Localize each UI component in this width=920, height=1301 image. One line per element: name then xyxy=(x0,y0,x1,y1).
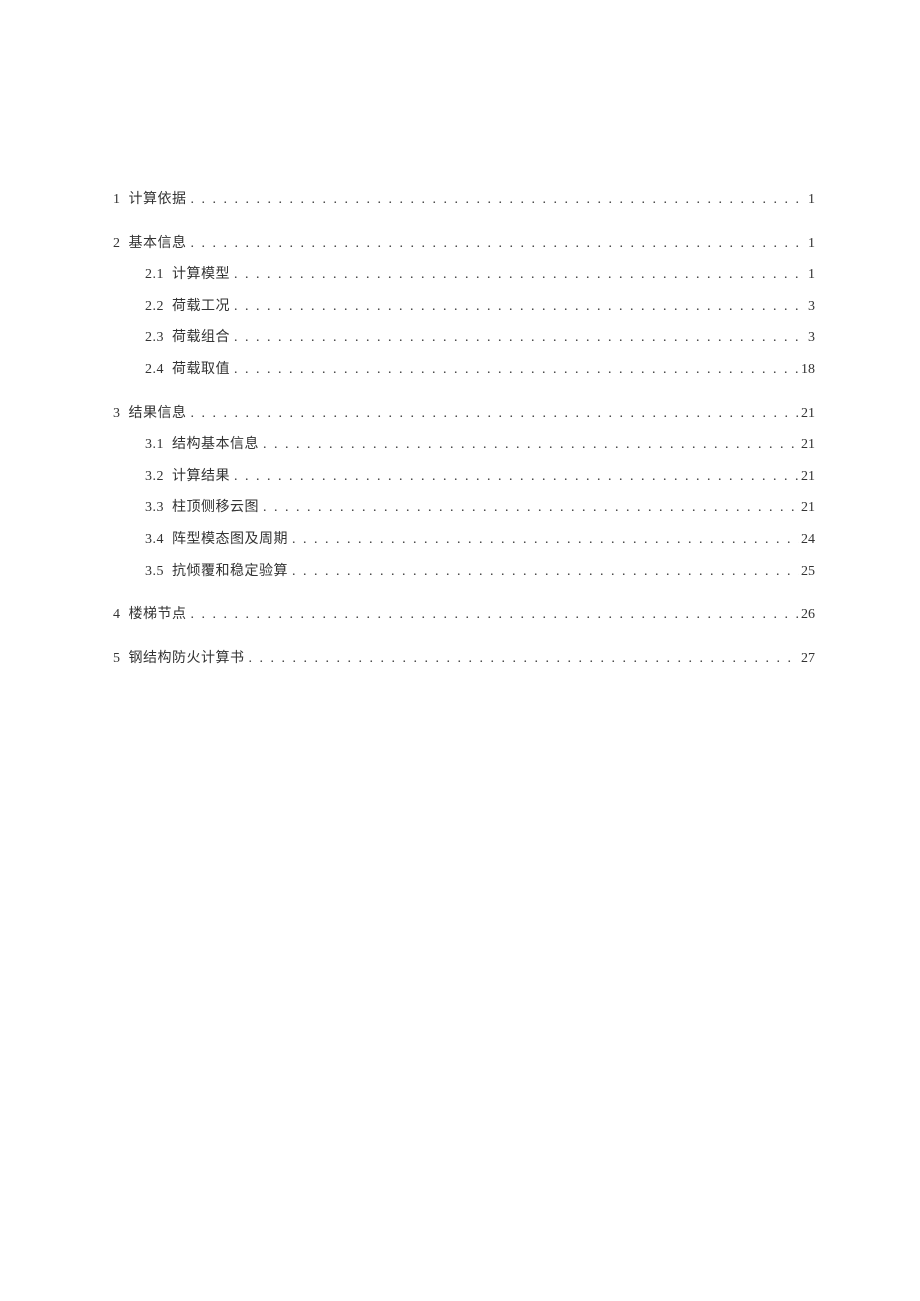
toc-title: 柱顶侧移云图 xyxy=(172,500,259,515)
toc-leader-dots xyxy=(187,190,807,210)
toc-title: 计算结果 xyxy=(172,469,230,484)
toc-page-number: 18 xyxy=(799,360,815,380)
toc-page-number: 25 xyxy=(799,562,815,582)
toc-entry: 2 基本信息 1 xyxy=(113,234,815,254)
toc-number: 2.1 xyxy=(145,267,164,282)
toc-label: 4 楼梯节点 xyxy=(113,605,187,625)
toc-label: 2.3 荷载组合 xyxy=(145,328,230,348)
toc-leader-dots xyxy=(288,530,799,550)
toc-label: 2.1 计算模型 xyxy=(145,265,230,285)
toc-entry: 3.5 抗倾覆和稳定验算 25 xyxy=(113,562,815,582)
toc-leader-dots xyxy=(187,404,800,424)
toc-entry: 3.4 阵型模态图及周期 24 xyxy=(113,530,815,550)
toc-title: 计算模型 xyxy=(172,267,230,282)
toc-page-number: 1 xyxy=(806,265,815,285)
toc-leader-dots xyxy=(230,328,806,348)
toc-page-number: 27 xyxy=(799,649,815,669)
toc-entry: 4 楼梯节点 26 xyxy=(113,605,815,625)
table-of-contents: 1 计算依据 1 2 基本信息 1 2.1 计算模型 1 2.2 荷载工况 3 2.3 荷载组合 3 2.4 荷… xyxy=(113,190,815,668)
toc-page-number: 3 xyxy=(806,328,815,348)
toc-label: 3.1 结构基本信息 xyxy=(145,435,259,455)
toc-page-number: 3 xyxy=(806,297,815,317)
toc-title: 楼梯节点 xyxy=(129,607,187,622)
toc-entry: 3.2 计算结果 21 xyxy=(113,467,815,487)
toc-number: 3.3 xyxy=(145,500,164,515)
toc-title: 计算依据 xyxy=(129,192,187,207)
toc-leader-dots xyxy=(187,234,807,254)
toc-page-number: 21 xyxy=(799,435,815,455)
toc-page-number: 21 xyxy=(799,498,815,518)
toc-leader-dots xyxy=(288,562,799,582)
toc-leader-dots xyxy=(259,498,799,518)
toc-leader-dots xyxy=(230,360,799,380)
toc-entry: 3 结果信息 21 xyxy=(113,404,815,424)
toc-label: 2 基本信息 xyxy=(113,234,187,254)
toc-label: 3.5 抗倾覆和稳定验算 xyxy=(145,562,288,582)
toc-title: 荷载工况 xyxy=(172,299,230,314)
toc-label: 1 计算依据 xyxy=(113,190,187,210)
toc-label: 3.4 阵型模态图及周期 xyxy=(145,530,288,550)
toc-title: 荷载组合 xyxy=(172,330,230,345)
toc-leader-dots xyxy=(230,467,799,487)
toc-label: 3.3 柱顶侧移云图 xyxy=(145,498,259,518)
toc-entry: 2.1 计算模型 1 xyxy=(113,265,815,285)
toc-entry: 3.3 柱顶侧移云图 21 xyxy=(113,498,815,518)
toc-number: 3.5 xyxy=(145,564,164,579)
toc-title: 基本信息 xyxy=(129,236,187,251)
toc-entry: 5 钢结构防火计算书 27 xyxy=(113,649,815,669)
toc-label: 3.2 计算结果 xyxy=(145,467,230,487)
toc-entry: 2.4 荷载取值 18 xyxy=(113,360,815,380)
toc-entry: 2.3 荷载组合 3 xyxy=(113,328,815,348)
toc-page-number: 1 xyxy=(806,234,815,254)
toc-leader-dots xyxy=(259,435,799,455)
toc-page-number: 26 xyxy=(799,605,815,625)
toc-number: 3.2 xyxy=(145,469,164,484)
toc-title: 荷载取值 xyxy=(172,362,230,377)
toc-number: 3 xyxy=(113,406,121,421)
toc-page-number: 1 xyxy=(806,190,815,210)
toc-entry: 2.2 荷载工况 3 xyxy=(113,297,815,317)
toc-page-number: 21 xyxy=(799,404,815,424)
toc-number: 3.1 xyxy=(145,437,164,452)
toc-number: 2.4 xyxy=(145,362,164,377)
toc-title: 阵型模态图及周期 xyxy=(172,532,288,547)
toc-number: 1 xyxy=(113,192,121,207)
toc-number: 5 xyxy=(113,651,121,666)
toc-label: 2.4 荷载取值 xyxy=(145,360,230,380)
toc-leader-dots xyxy=(245,649,800,669)
toc-number: 4 xyxy=(113,607,121,622)
toc-number: 2.3 xyxy=(145,330,164,345)
toc-label: 2.2 荷载工况 xyxy=(145,297,230,317)
toc-title: 结果信息 xyxy=(129,406,187,421)
toc-label: 5 钢结构防火计算书 xyxy=(113,649,245,669)
toc-entry: 1 计算依据 1 xyxy=(113,190,815,210)
toc-number: 2.2 xyxy=(145,299,164,314)
toc-title: 结构基本信息 xyxy=(172,437,259,452)
toc-page-number: 24 xyxy=(799,530,815,550)
toc-title: 抗倾覆和稳定验算 xyxy=(172,564,288,579)
toc-number: 3.4 xyxy=(145,532,164,547)
toc-leader-dots xyxy=(187,605,800,625)
toc-leader-dots xyxy=(230,265,806,285)
toc-page-number: 21 xyxy=(799,467,815,487)
toc-number: 2 xyxy=(113,236,121,251)
toc-label: 3 结果信息 xyxy=(113,404,187,424)
toc-leader-dots xyxy=(230,297,806,317)
toc-title: 钢结构防火计算书 xyxy=(129,651,245,666)
toc-entry: 3.1 结构基本信息 21 xyxy=(113,435,815,455)
